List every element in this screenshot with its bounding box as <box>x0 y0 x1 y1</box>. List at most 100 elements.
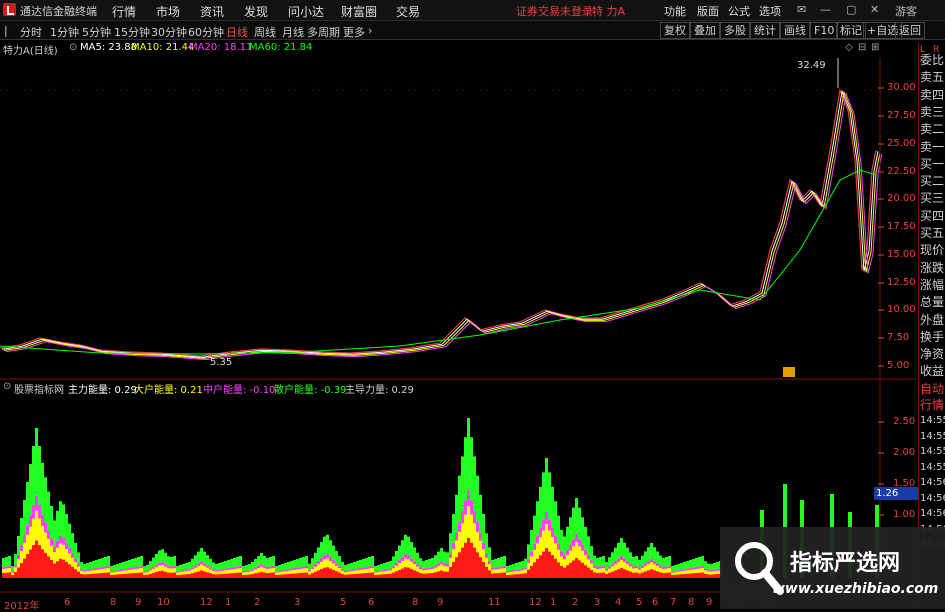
energy-bar-main <box>101 573 104 578</box>
energy-bar-main <box>41 549 44 578</box>
energy-bar-main <box>167 572 170 578</box>
energy-bar-main <box>560 566 563 578</box>
energy-bar-main <box>521 573 524 578</box>
energy-bar-main <box>212 574 215 578</box>
kline-chart[interactable] <box>0 0 945 609</box>
energy-bar-main <box>545 548 548 578</box>
tick-time: 14:55 <box>920 461 945 473</box>
quote-field-label: 现价 <box>920 243 945 258</box>
energy-bar-main <box>314 571 317 578</box>
x-axis-tick: 8 <box>412 597 419 608</box>
energy-bar-main <box>602 572 605 578</box>
energy-bar-main <box>98 573 101 578</box>
tick-time: 14:55 <box>920 430 945 442</box>
energy-bar-main <box>23 558 26 578</box>
energy-bar-main <box>398 569 401 578</box>
energy-bar-main <box>680 574 683 578</box>
energy-bar-main <box>278 574 281 578</box>
energy-bar-main <box>611 571 614 578</box>
energy-bar-main <box>620 568 623 578</box>
energy-bar-main <box>74 569 77 578</box>
energy-bar-main <box>557 562 560 578</box>
energy-bar-main <box>512 574 515 578</box>
quote-field-label: 卖五 <box>920 70 945 85</box>
indicator-name: 股票指标网 <box>14 385 64 396</box>
main-energy-label: 主力能量: 0.29 <box>68 385 137 396</box>
energy-bar-main <box>446 571 449 578</box>
indicator-axis-tick: 2.00 <box>893 447 916 458</box>
price-axis-tick: 10.00 <box>887 304 916 315</box>
energy-bar-main <box>527 569 530 578</box>
energy-bar-main <box>539 555 542 578</box>
indicator-settings-icon[interactable]: ⊙ <box>3 381 11 392</box>
x-axis-tick: 4 <box>615 597 622 608</box>
energy-bar-main <box>317 570 320 578</box>
energy-bar-main <box>710 574 713 578</box>
energy-bar-main <box>713 574 716 578</box>
energy-bar-main <box>461 547 464 578</box>
quote-field-label: 总量 <box>920 295 945 310</box>
energy-bar-main <box>491 573 494 578</box>
energy-bar-main <box>329 568 332 578</box>
energy-bar-main <box>68 564 71 578</box>
energy-bar-main <box>272 572 275 578</box>
energy-bar-main <box>350 574 353 578</box>
tick-panel-tab[interactable]: 自动 <box>920 383 944 396</box>
energy-bar-main <box>218 574 221 578</box>
energy-bar-main <box>11 575 14 578</box>
x-axis-tick: 5 <box>636 597 643 608</box>
energy-bar-main <box>338 572 341 578</box>
energy-bar-main <box>320 569 323 578</box>
energy-bar-main <box>284 574 287 578</box>
indicator-current-value: 1.26 <box>874 487 918 500</box>
energy-bar-main <box>29 549 32 578</box>
price-axis-tick: 22.50 <box>887 166 916 177</box>
energy-bar-main <box>224 573 227 578</box>
energy-bar-main <box>650 569 653 578</box>
energy-bar-main <box>137 572 140 578</box>
energy-bar-main <box>587 567 590 578</box>
energy-bar-main <box>2 573 5 578</box>
energy-bar-main <box>287 574 290 578</box>
ma5-line <box>1 89 879 358</box>
quote-field-label: 买一 <box>920 156 945 171</box>
x-axis-tick: 11 <box>488 597 501 608</box>
energy-bar-main <box>365 573 368 578</box>
energy-bar-main <box>548 551 551 578</box>
price-axis-tick: 15.00 <box>887 249 916 260</box>
energy-bar-main <box>572 560 575 578</box>
price-axis-tick: 17.50 <box>887 221 916 232</box>
x-axis-tick: 1 <box>550 597 557 608</box>
quote-field-label: 卖二 <box>920 122 945 137</box>
tick-panel-tab[interactable]: 行情 <box>920 398 944 412</box>
energy-bar-main <box>596 573 599 578</box>
energy-bar-main <box>443 571 446 578</box>
energy-bar-main <box>569 562 572 578</box>
energy-bar-main <box>452 562 455 578</box>
energy-bar-main <box>698 572 701 578</box>
energy-bar-main <box>677 574 680 578</box>
energy-bar-main <box>641 572 644 578</box>
x-axis-tick: 9 <box>706 597 713 608</box>
energy-bar-main <box>209 573 212 578</box>
quote-field-label: 净资 <box>920 347 945 362</box>
energy-bar-main <box>449 566 452 578</box>
energy-bar-main <box>359 573 362 578</box>
energy-bar-main <box>464 542 467 578</box>
energy-bar-main <box>188 574 191 578</box>
price-axis-tick: 25.00 <box>887 138 916 149</box>
watermark-title: 指标严选网 <box>790 551 901 576</box>
mid-energy-label: 中户能量: -0.10 <box>203 385 276 396</box>
energy-bar-main <box>179 574 182 578</box>
energy-bar-main <box>143 575 146 578</box>
ma60-line <box>0 169 877 355</box>
energy-bar-main <box>524 573 527 578</box>
energy-bar-main <box>281 574 284 578</box>
energy-bar-main <box>260 571 263 578</box>
quote-field-label: 买三 <box>920 191 945 206</box>
quote-side-panel: L R 委比 卖五 卖四 卖三 卖二 卖一 买一 买二 买三 买四 买五 现价 涨跌 涨幅 总量 外盘 换手 净资… <box>918 42 945 609</box>
energy-bar-main <box>497 573 500 578</box>
energy-bar-main <box>488 570 491 578</box>
energy-bar-main <box>590 570 593 578</box>
energy-bar-main <box>635 572 638 578</box>
